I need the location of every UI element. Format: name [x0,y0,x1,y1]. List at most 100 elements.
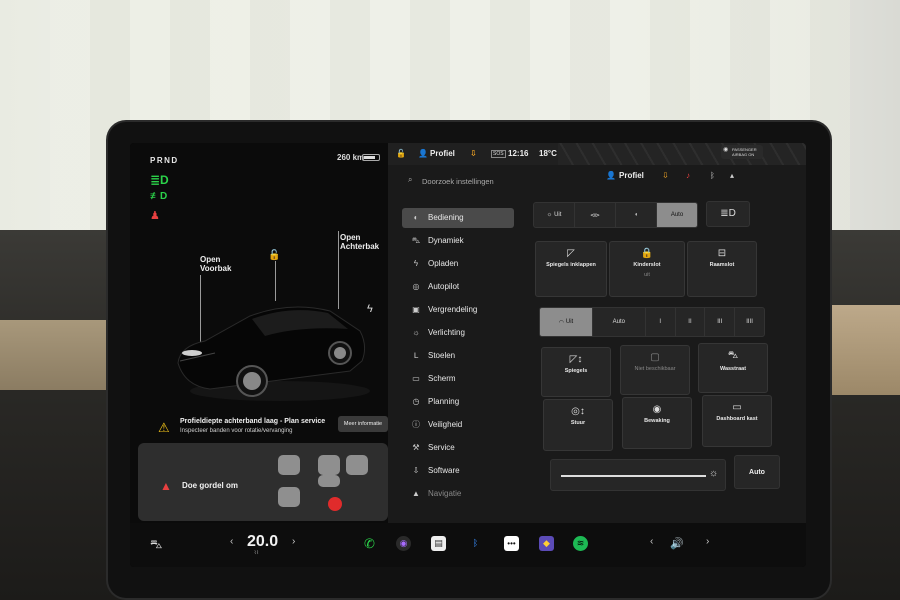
nav-label: Navigatie [428,489,462,498]
wiper-speed-1-option[interactable]: I [646,308,676,336]
taskbar: ⛍ ‹ 20.0 ⌇⌇ › ✆ ◉ ▤ ᛒ ••• ◆ ≋ ‹ 🔊 › [130,523,806,567]
steering-adjust-tile[interactable]: ◎↕ Stuur [543,399,613,451]
frunk-name-text: Voorbak [200,264,232,273]
window-lock-icon: ⊟ [717,248,727,259]
seatbelt-alert-text: Doe gordel om [182,481,239,490]
seat-icon: ᒪ [413,351,419,360]
gear-indicator: PRND [150,156,179,165]
more-info-button[interactable]: Meer informatie [338,416,388,432]
seat-occupancy-diagram [278,453,378,513]
auto-high-beam-button[interactable]: ≣D [706,201,750,227]
lights-off-option[interactable]: ☼ Uit [534,203,575,227]
sos-icon[interactable]: SOS [491,150,506,158]
tile-label: Dashboard kast [716,416,758,422]
mirror-adjust-icon: ◸↕ [569,354,583,365]
nav-item-opladen[interactable]: ϟ Opladen [402,254,514,277]
option-label: Uit [554,212,562,218]
parking-lights-option[interactable]: ⊲⊳ [575,203,616,227]
download-icon[interactable]: ⇩ [470,149,477,158]
option-label: Uit [565,319,574,325]
nav-item-scherm[interactable]: ▭ Scherm [402,369,514,392]
nav-item-vergrendeling[interactable]: ▣ Vergrendeling [402,300,514,323]
low-beam-option[interactable]: ◖ [616,203,657,227]
sun-icon: ☼ [412,328,420,337]
option-label: Auto [612,319,625,325]
outside-temperature: 18°C [539,149,557,158]
trunk-open-text: Open [340,233,361,242]
tile-label: Wasstraat [719,366,747,372]
glovebox-tile[interactable]: ▭ Dashboard kast [702,395,772,447]
fold-mirrors-tile[interactable]: ◸ Spiegels inklappen [535,241,607,297]
option-label: Auto [670,212,684,218]
window-lock-tile[interactable]: ⊟ Raamslot [687,241,757,297]
seat-front-right [278,487,300,507]
wiper-off-option[interactable]: ◠ Uit [540,308,593,336]
child-lock-tile[interactable]: 🔒 Kinderslot uit [609,241,685,297]
mirror-icon: ◸ [567,248,575,259]
nav-item-planning[interactable]: ◷ Planning [402,392,514,415]
nav-item-autopilot[interactable]: ◎ Autopilot [402,277,514,300]
slider-track[interactable] [561,475,706,477]
seat-front-left [278,455,300,475]
bell-icon[interactable]: ♪ [686,171,690,180]
profile-icon[interactable]: 👤 [606,171,616,180]
lock-status-icon[interactable]: 🔓 [396,149,406,158]
wiper-auto-option[interactable]: Auto [593,308,646,336]
nav-item-stoelen[interactable]: ᒪ Stoelen [402,346,514,369]
camera-icon[interactable]: ◉ [396,536,411,551]
vehicle-3d-model [177,306,370,401]
navigation-app-icon[interactable]: ◆ [539,536,554,551]
settings-search[interactable]: ⌕ [408,175,608,189]
display-icon: ▭ [412,374,420,383]
car-icon[interactable]: ⛍ [150,537,162,553]
nav-item-navigatie[interactable]: ▲ Navigatie [402,484,514,507]
volume-decrease-icon[interactable]: ‹ [650,536,653,547]
lights-auto-option[interactable]: Auto [657,203,697,227]
frunk-label[interactable]: Open Voorbak [200,255,231,273]
nav-item-dynamiek[interactable]: ⛍ Dynamiek [402,231,514,254]
search-icon: ⌕ [408,175,413,184]
phone-icon[interactable]: ✆ [362,536,377,551]
unlock-icon[interactable]: 🔓 [268,250,280,261]
nav-item-bediening[interactable]: ◐ Bediening [402,208,514,228]
seat-rear-left [318,455,340,475]
temp-increase-icon[interactable]: › [292,536,295,547]
car-wash-tile[interactable]: ⛍ Wasstraat [698,343,768,393]
volume-increase-icon[interactable]: › [706,536,709,547]
more-apps-icon[interactable]: ••• [504,536,519,551]
child-lock-icon: 🔒 [640,248,654,259]
nav-item-service[interactable]: ⚒ Service [402,438,514,461]
map-preview[interactable] [558,143,806,165]
nav-item-veiligheid[interactable]: ⓘ Veiligheid [402,415,514,438]
seat-heater-icon[interactable]: ⌇⌇ [254,550,259,556]
volume-icon[interactable]: 🔊 [670,537,684,550]
wiper-speed-3-option[interactable]: III [705,308,736,336]
wiper-speed-2-option[interactable]: II [676,308,706,336]
bluetooth-icon[interactable]: ᛒ [468,536,483,551]
trunk-label[interactable]: Open Achterbak [340,233,379,251]
download-icon[interactable]: ⇩ [662,171,669,180]
warning-triangle-icon: ▲ [160,479,172,493]
header-profile[interactable]: Profiel [619,171,644,180]
wiper-speed-4-option[interactable]: IIII [735,308,764,336]
search-input[interactable] [422,175,602,187]
seat-rear-right [346,455,368,475]
profile-icon[interactable]: 👤 [418,149,428,158]
bluetooth-icon[interactable]: ᛒ [710,171,715,180]
frunk-open-text: Open [200,255,221,264]
cabin-temperature[interactable]: 20.0 [247,533,278,551]
brightness-slider[interactable]: ☼ [550,459,726,491]
nav-label: Scherm [428,374,456,383]
spotify-icon[interactable]: ≋ [573,536,588,551]
nav-item-software[interactable]: ⇩ Software [402,461,514,484]
brightness-auto-button[interactable]: Auto [734,455,780,489]
status-profile[interactable]: Profiel [430,149,455,158]
steering-wheel-icon: ◎↕ [571,406,585,417]
mirror-adjust-tile[interactable]: ◸↕ Spiegels [541,347,611,397]
sentry-mode-tile[interactable]: ◉ Bewaking [622,397,692,449]
temp-decrease-icon[interactable]: ‹ [230,536,233,547]
nav-item-verlichting[interactable]: ☼ Verlichting [402,323,514,346]
tile-label: Stuur [570,420,586,426]
passenger-airbag-status: ◉ PASSENGER AIRBAG ON [721,145,763,159]
notes-icon[interactable]: ▤ [431,536,446,551]
